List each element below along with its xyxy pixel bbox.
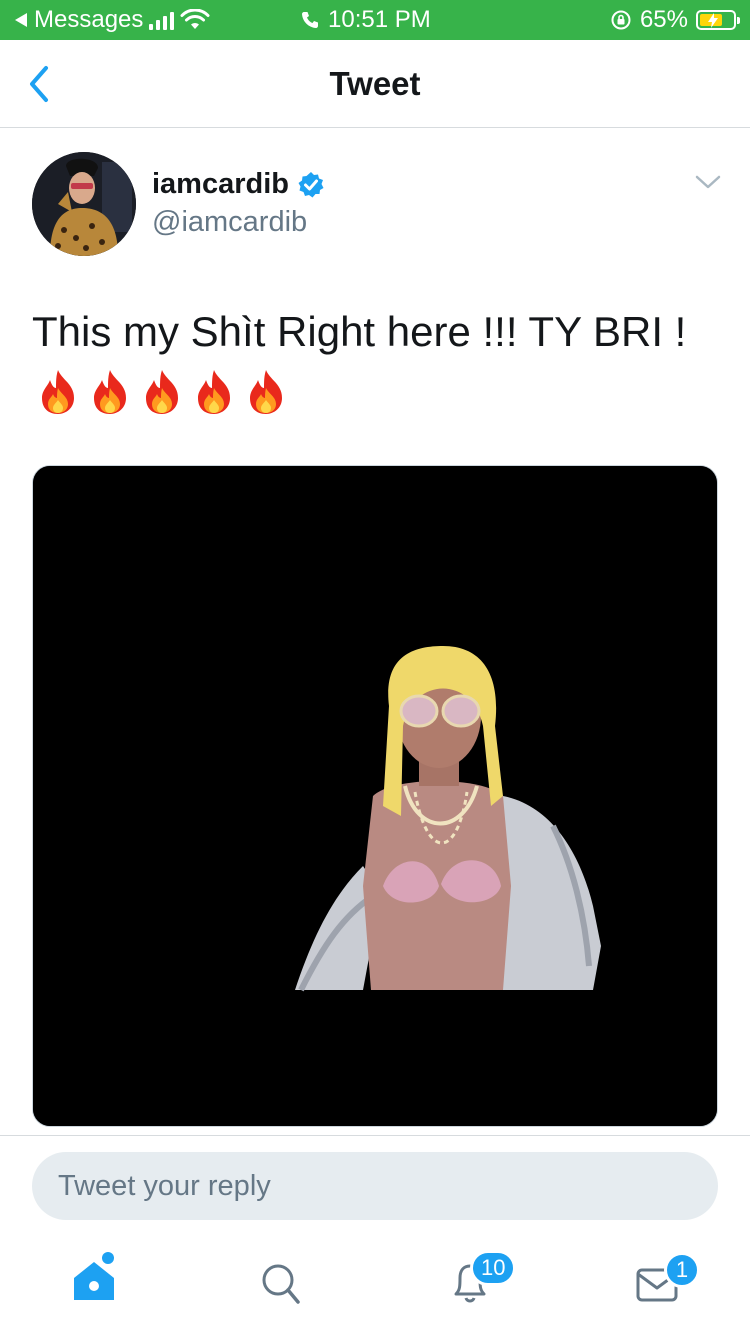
verified-badge-icon [298,171,324,197]
author-handle[interactable]: @iamcardib [152,206,307,239]
status-right: 65% [610,6,740,34]
nav-bar: Tweet [0,40,750,128]
fire-emoji [94,370,126,414]
back-to-app[interactable]: Messages [14,6,210,34]
emoji-row [36,368,288,416]
battery-icon [696,10,740,30]
home-icon [74,1252,114,1300]
signal-icon [149,10,175,30]
chevron-down-icon[interactable] [694,172,722,192]
divider [0,1135,750,1136]
media-image [33,466,717,1126]
notifications-badge: 10 [470,1250,517,1286]
battery-percent: 65% [639,6,688,33]
rotation-lock-icon [611,10,631,30]
fire-emoji [42,370,74,414]
tab-search[interactable] [254,1252,310,1308]
tab-home[interactable] [66,1252,122,1308]
tweet-text: This my Shìt Right here !!! TY BRI ! [32,308,687,355]
clock-label: 10:51 PM [328,6,431,33]
back-triangle-icon [15,13,27,27]
page-title: Tweet [329,65,421,102]
status-time: 10:51 PM [300,6,431,34]
wifi-icon [180,9,210,29]
tweet-media[interactable] [32,465,718,1127]
phone-icon [302,12,318,28]
fire-emoji [250,370,282,414]
fire-emoji [146,370,178,414]
avatar[interactable] [32,152,136,256]
status-bar: Messages 10:51 PM 65% [0,0,750,40]
search-icon [262,1264,300,1304]
author-name[interactable]: iamcardib [152,168,325,201]
reply-placeholder: Tweet your reply [58,1169,271,1202]
fire-emoji [198,370,230,414]
reply-input[interactable]: Tweet your reply [32,1152,718,1220]
back-app-label: Messages [34,6,144,33]
author-name-label: iamcardib [152,168,289,200]
messages-badge: 1 [664,1252,700,1288]
